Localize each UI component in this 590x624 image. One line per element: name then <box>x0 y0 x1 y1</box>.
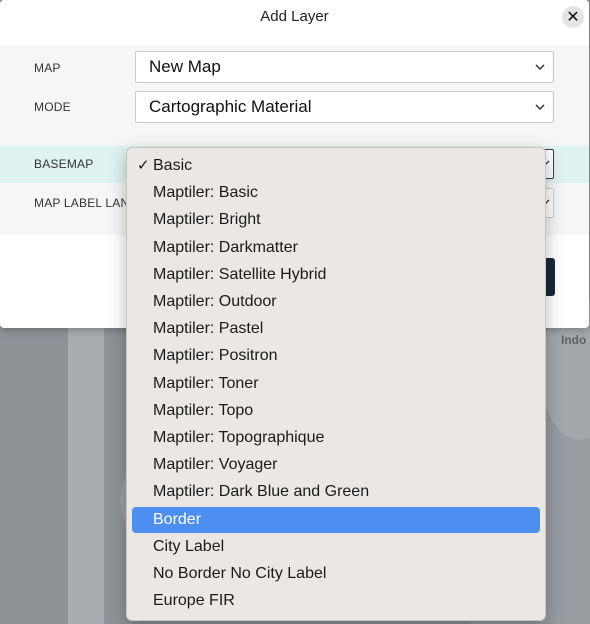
basemap-option[interactable]: Maptiler: Bright <box>132 207 540 233</box>
map-select-value: New Map <box>149 57 221 76</box>
basemap-option[interactable]: Maptiler: Dark Blue and Green <box>132 479 540 505</box>
basemap-option-label: Maptiler: Voyager <box>153 456 278 474</box>
checkmark-icon: ✓ <box>137 157 150 174</box>
map-label-language-field-label: MAP LABEL LAN <box>34 196 130 210</box>
basemap-option-label: Maptiler: Satellite Hybrid <box>153 265 327 283</box>
basemap-option-label: Maptiler: Topographique <box>153 429 325 446</box>
close-icon: ✕ <box>566 9 580 26</box>
map-select[interactable]: New Map <box>135 51 554 83</box>
basemap-option[interactable]: ✓ Basic <box>132 153 540 179</box>
basemap-option[interactable]: Maptiler: Basic <box>132 180 540 206</box>
basemap-option-label: Maptiler: Topo <box>153 401 254 419</box>
close-button[interactable]: ✕ <box>562 6 584 28</box>
basemap-option[interactable]: Maptiler: Outdoor <box>132 289 540 315</box>
chevron-down-icon <box>535 52 545 94</box>
basemap-field-label: BASEMAP <box>34 157 94 171</box>
basemap-option-label: Maptiler: Toner <box>153 374 259 392</box>
basemap-option[interactable]: Maptiler: Topographique <box>132 425 540 451</box>
basemap-option[interactable]: Maptiler: Pastel <box>132 316 540 342</box>
basemap-option[interactable]: Maptiler: Positron <box>132 343 540 369</box>
basemap-option[interactable]: Maptiler: Darkmatter <box>132 235 540 261</box>
basemap-option-label: Maptiler: Outdoor <box>153 293 277 310</box>
basemap-dropdown-menu: ✓ Basic Maptiler: Basic Maptiler: Bright Map… <box>126 147 546 621</box>
basemap-option[interactable]: Maptiler: Voyager <box>132 452 540 478</box>
basemap-option-label: Maptiler: Positron <box>153 347 278 365</box>
basemap-option[interactable]: Border <box>132 506 540 533</box>
basemap-option[interactable]: No Border No City Label <box>132 561 540 587</box>
basemap-option-label: No Border No City Label <box>153 565 327 582</box>
mode-select-value: Cartographic Material <box>149 97 312 116</box>
basemap-option-label: Basic <box>153 157 193 174</box>
basemap-option-label: Europe FIR <box>153 592 235 610</box>
submit-button[interactable] <box>546 258 555 296</box>
basemap-option-label: Maptiler: Bright <box>153 211 261 229</box>
basemap-option[interactable]: Europe FIR <box>132 588 540 614</box>
mode-select[interactable]: Cartographic Material <box>135 91 554 123</box>
basemap-option-label: Maptiler: Pastel <box>153 320 264 338</box>
dialog-title: Add Layer <box>260 8 329 25</box>
mode-field-label: MODE <box>34 100 71 114</box>
basemap-option[interactable]: Maptiler: Satellite Hybrid <box>132 262 540 288</box>
basemap-option[interactable]: Maptiler: Topo <box>132 398 540 424</box>
map-place-label: Indo <box>561 333 587 347</box>
map-field-label: MAP <box>34 61 61 75</box>
chevron-down-icon <box>535 92 545 134</box>
basemap-option-label: Border <box>153 510 202 528</box>
basemap-option[interactable]: City Label <box>132 534 540 560</box>
basemap-option-label: Maptiler: Basic <box>153 184 258 202</box>
basemap-option-label: City Label <box>153 537 225 555</box>
map-land-strip <box>68 320 104 624</box>
basemap-option-label: Maptiler: Dark Blue and Green <box>153 483 370 501</box>
basemap-option-label: Maptiler: Darkmatter <box>153 238 298 256</box>
basemap-option[interactable]: Maptiler: Toner <box>132 371 540 397</box>
